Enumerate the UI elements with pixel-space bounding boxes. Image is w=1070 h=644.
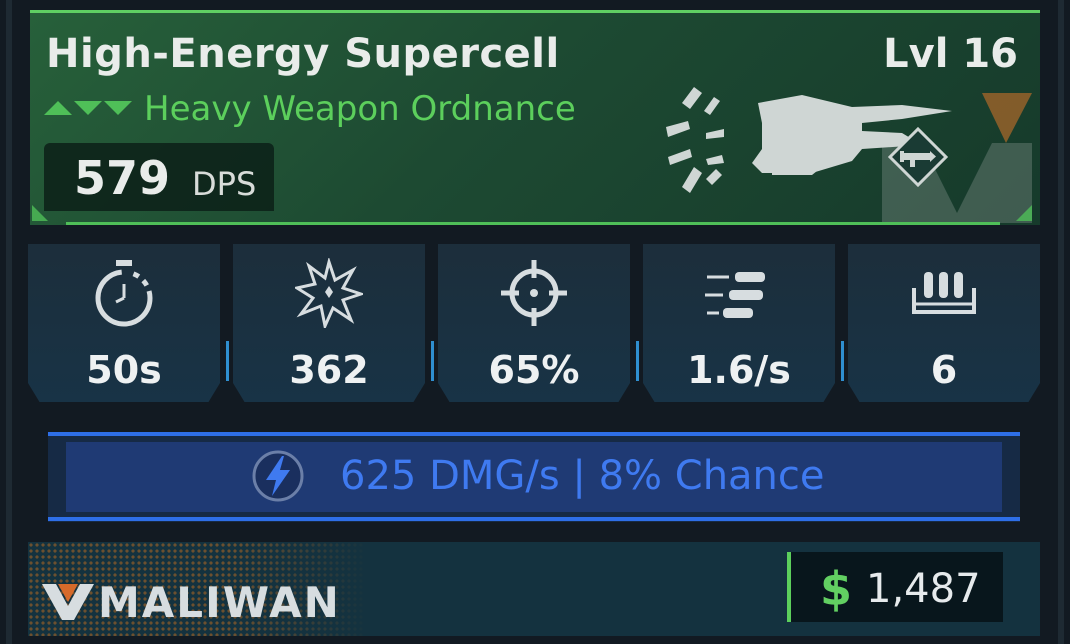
dps-label: DPS [192,165,257,203]
stat-reload-time: 50s [28,244,220,402]
elemental-bottom-border [48,517,1020,521]
frame-rail-left [6,0,12,644]
frame-rail-right [1058,0,1064,644]
price-value: 1,487 [866,566,981,612]
stat-value: 50s [86,348,162,392]
header-corner-left [32,205,48,221]
weapon-type: Heavy Weapon Ordnance [144,89,576,129]
stat-separator [226,341,229,381]
stat-value: 65% [488,348,580,392]
manufacturer-name: MALIWAN [98,578,341,627]
elemental-top-border [48,432,1020,436]
explosion-damage-icon [295,258,363,328]
dps-box: 579 DPS [44,143,274,211]
crosshair-accuracy-icon [501,260,567,326]
heavy-weapon-badge-icon [888,127,948,187]
bullets-fire-rate-icon [705,272,765,318]
dps-value: 579 [74,151,171,205]
stat-magazine-size: 6 [848,244,1040,402]
weapon-header: High-Energy Supercell Lvl 16 Heavy Weapo… [30,10,1040,225]
stat-separator [431,341,434,381]
stat-value: 362 [289,348,369,392]
dollar-icon: $ [820,562,853,616]
stat-value: 6 [930,348,958,392]
elemental-effect-text: 625 DMG/s | 8% Chance [340,453,825,499]
weapon-name: High-Energy Supercell [46,31,560,77]
header-corner-right [1016,205,1032,221]
stopwatch-icon [95,260,153,327]
stat-damage: 362 [233,244,425,402]
shock-lightning-icon [252,450,304,502]
stat-separator [636,341,639,381]
rarity-chevrons-icon [44,101,132,115]
stat-value: 1.6/s [687,348,791,392]
weapon-level: Lvl 16 [883,31,1018,77]
header-divider [66,222,1000,225]
stat-separator [841,341,844,381]
ammo-magazine-icon [912,272,976,314]
stat-accuracy: 65% [438,244,630,402]
stats-row: 50s 362 65% 1.6/s 6 [28,244,1042,404]
maliwan-logo-icon [42,584,94,620]
stat-fire-rate: 1.6/s [643,244,835,402]
